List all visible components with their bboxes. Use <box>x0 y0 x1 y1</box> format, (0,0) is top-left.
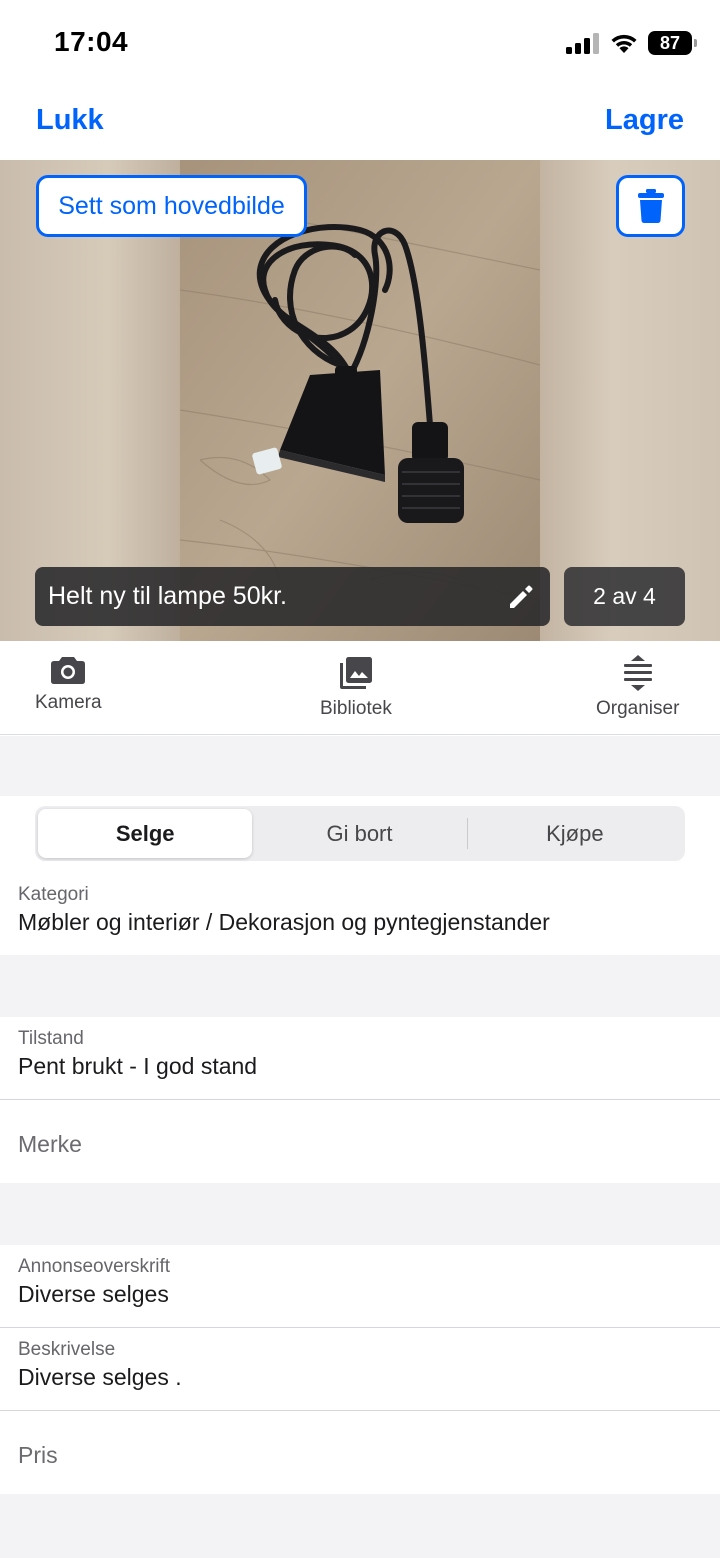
library-label: Bibliotek <box>320 698 392 719</box>
status-bar: 17:04 87 <box>0 0 720 88</box>
set-main-photo-button[interactable]: Sett som hovedbilde <box>36 175 307 237</box>
status-time: 17:04 <box>54 26 129 57</box>
condition-field[interactable]: Tilstand Pent brukt - I god stand <box>0 1017 720 1100</box>
library-button[interactable]: Bibliotek <box>320 655 392 720</box>
condition-value: Pent brukt - I god stand <box>18 1053 258 1079</box>
title-field[interactable]: Annonseoverskrift Diverse selges <box>0 1245 720 1328</box>
description-value: Diverse selges . <box>18 1364 182 1390</box>
status-icons: 87 <box>566 30 697 56</box>
photo-counter: 2 av 4 <box>564 567 685 626</box>
price-placeholder: Pris <box>18 1442 58 1468</box>
description-label: Beskrivelse <box>18 1339 116 1360</box>
section-divider <box>0 1494 720 1558</box>
battery-icon: 87 <box>648 31 697 55</box>
battery-level: 87 <box>659 33 681 53</box>
category-label: Kategori <box>18 884 89 905</box>
camera-label: Kamera <box>35 692 102 713</box>
section-divider <box>0 736 720 796</box>
wifi-icon <box>611 34 637 53</box>
photo-library-icon <box>339 657 372 689</box>
close-button[interactable]: Lukk <box>36 104 104 137</box>
signal-icon <box>566 33 599 54</box>
organize-icon <box>623 655 652 691</box>
segment-buy[interactable]: Kjøpe <box>468 809 682 858</box>
brand-field[interactable]: Merke <box>0 1100 720 1184</box>
brand-placeholder: Merke <box>18 1131 82 1157</box>
category-value: Møbler og interiør / Dekorasjon og pynte… <box>18 909 550 935</box>
camera-button[interactable]: Kamera <box>35 655 102 714</box>
segment-give-away[interactable]: Gi bort <box>252 809 466 858</box>
description-field[interactable]: Beskrivelse Diverse selges . <box>0 1328 720 1411</box>
photo-toolbar: Kamera Bibliotek Organiser <box>0 641 720 735</box>
photo-caption-field[interactable]: Helt ny til lampe 50kr. <box>35 567 550 626</box>
trash-icon <box>637 189 664 223</box>
camera-icon <box>51 657 86 684</box>
title-label: Annonseoverskrift <box>18 1256 171 1277</box>
category-field[interactable]: Kategori Møbler og interiør / Dekorasjon… <box>0 870 720 956</box>
price-field[interactable]: Pris <box>0 1411 720 1495</box>
organize-label: Organiser <box>596 698 680 719</box>
section-divider <box>0 955 720 1017</box>
section-divider <box>0 1183 720 1245</box>
save-button[interactable]: Lagre <box>605 104 684 137</box>
photo-caption: Helt ny til lampe 50kr. <box>48 582 287 610</box>
organize-button[interactable]: Organiser <box>596 655 679 720</box>
title-value: Diverse selges <box>18 1281 169 1307</box>
pencil-icon[interactable] <box>506 582 536 612</box>
segment-sell[interactable]: Selge <box>38 809 253 858</box>
ad-type-segmented-control: Selge Gi bort Kjøpe <box>35 806 685 861</box>
delete-photo-button[interactable] <box>616 175 685 237</box>
condition-label: Tilstand <box>18 1028 84 1049</box>
nav-bar: Lukk Lagre <box>0 88 720 160</box>
